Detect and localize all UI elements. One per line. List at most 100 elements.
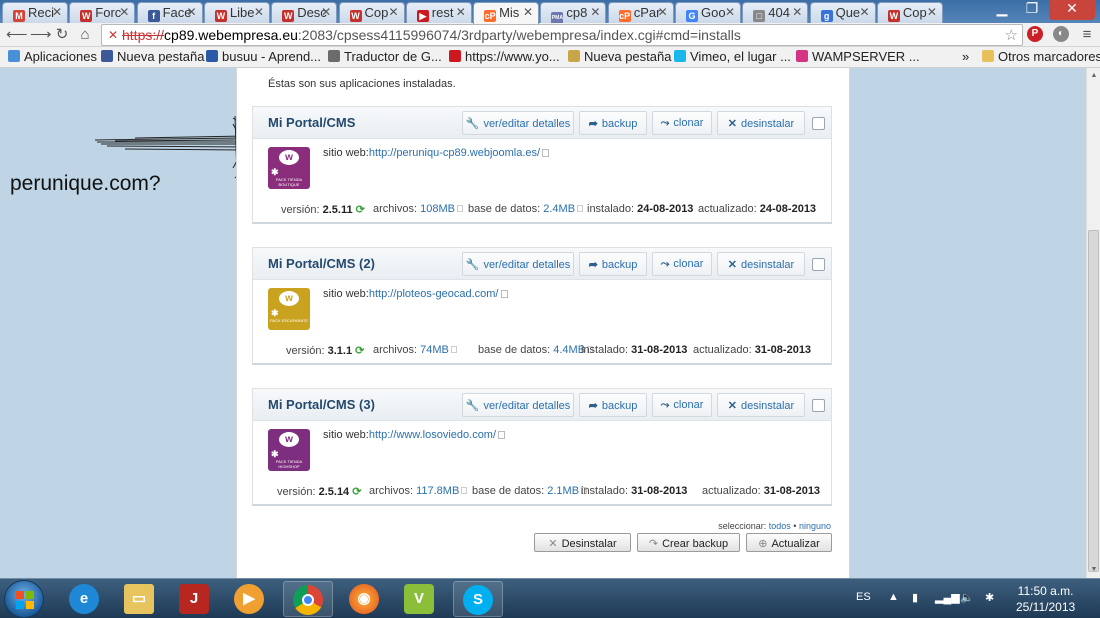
tab-close-icon[interactable]: ✕ — [187, 5, 197, 19]
volume-icon[interactable]: 🔈 — [960, 591, 974, 604]
extension-icon[interactable]: ◐ — [1053, 26, 1069, 42]
refresh-icon[interactable]: ⟳ — [355, 345, 364, 357]
tab-close-icon[interactable]: ✕ — [388, 5, 398, 19]
app-select-checkbox[interactable] — [812, 258, 825, 271]
taskbar-app-green[interactable]: V — [395, 581, 445, 617]
site-url-link[interactable]: http://www.losoviedo.com/ — [369, 429, 496, 441]
uninstall-button[interactable]: ✕ desinstalar — [717, 111, 805, 135]
tab-close-icon[interactable]: ✕ — [254, 5, 264, 19]
select-none-link[interactable]: ninguno — [799, 521, 831, 531]
edit-details-button[interactable]: 🔧 ver/editar detalles — [462, 393, 574, 417]
site-url-link[interactable]: http://peruniqu-cp89.webjoomla.es/ — [369, 147, 540, 159]
uninstall-button[interactable]: ✕ desinstalar — [717, 393, 805, 417]
app-select-checkbox[interactable] — [812, 117, 825, 130]
bulk-update-button[interactable]: ⊕ Actualizar — [746, 533, 832, 552]
forward-button[interactable]: ⟶ — [30, 26, 52, 44]
clone-button[interactable]: ⤳ clonar — [652, 111, 712, 135]
menu-icon[interactable]: ≡ — [1078, 26, 1096, 44]
clock[interactable]: 11:50 a.m. 25/11/2013 — [1016, 583, 1075, 615]
taskbar-app-red[interactable]: J — [170, 581, 220, 617]
language-indicator[interactable]: ES — [856, 591, 871, 603]
bookmark-item[interactable]: Nueva pestaña — [101, 49, 204, 64]
tab-close-icon[interactable]: ✕ — [658, 5, 668, 19]
network-icon[interactable]: ▂▄▆ — [935, 591, 960, 604]
battery-icon[interactable]: ▮ — [912, 591, 918, 604]
browser-tab[interactable]: □ 404 ✕ — [742, 2, 809, 23]
start-button[interactable] — [4, 580, 44, 618]
bookmark-item[interactable]: WAMPSERVER ... — [796, 49, 920, 64]
refresh-icon[interactable]: ⟳ — [356, 204, 365, 216]
external-link-icon[interactable] — [498, 431, 506, 439]
select-all-link[interactable]: todos — [769, 521, 791, 531]
tab-close-icon[interactable]: ✕ — [119, 5, 129, 19]
backup-button[interactable]: ➦ backup — [579, 393, 647, 417]
edit-details-button[interactable]: 🔧 ver/editar detalles — [462, 111, 574, 135]
back-button[interactable]: ⟵ — [6, 26, 28, 44]
site-url-link[interactable]: http://ploteos-geocad.com/ — [369, 288, 499, 300]
tab-close-icon[interactable]: ✕ — [792, 5, 802, 19]
app-select-checkbox[interactable] — [812, 399, 825, 412]
refresh-icon[interactable]: ⟳ — [352, 486, 361, 498]
tab-close-icon[interactable]: ✕ — [52, 5, 62, 19]
browser-tab[interactable]: cP cPar ✕ — [607, 2, 674, 23]
tab-close-icon[interactable]: ✕ — [860, 5, 870, 19]
taskbar-chrome[interactable] — [283, 581, 333, 617]
tab-close-icon[interactable]: ✕ — [590, 5, 600, 19]
tab-close-icon[interactable]: ✕ — [456, 5, 466, 19]
pinterest-icon[interactable]: P — [1027, 26, 1043, 42]
reload-button[interactable]: ↻ — [53, 26, 71, 44]
taskbar-explorer[interactable]: ▭ — [115, 581, 165, 617]
backup-button[interactable]: ➦ backup — [579, 111, 647, 135]
bookmark-item[interactable]: Vimeo, el lugar ... — [674, 49, 791, 64]
bookmark-item[interactable]: Aplicaciones — [8, 49, 97, 64]
taskbar-skype[interactable]: S — [453, 581, 503, 617]
browser-tab[interactable]: f Face ✕ — [136, 2, 203, 23]
db-value[interactable]: 2.4MB — [543, 203, 575, 215]
clone-button[interactable]: ⤳ clonar — [652, 393, 712, 417]
browser-tab[interactable]: W Cop ✕ — [338, 2, 405, 23]
files-value[interactable]: 117.8MB — [416, 485, 459, 497]
bookmarks-more-button[interactable]: » — [962, 49, 969, 64]
tray-app-icon[interactable]: ✱ — [985, 591, 994, 604]
bookmark-item[interactable]: Nueva pestaña — [568, 49, 671, 64]
browser-tab[interactable]: W Forc ✕ — [69, 2, 136, 23]
bookmark-star-icon[interactable]: ☆ — [1005, 26, 1018, 44]
close-window-button[interactable]: ✕ — [1049, 0, 1095, 20]
taskbar-media-player[interactable]: ▶ — [225, 581, 275, 617]
browser-tab[interactable]: W Cop ✕ — [876, 2, 943, 23]
scroll-thumb[interactable] — [1088, 230, 1099, 572]
home-button[interactable]: ⌂ — [76, 26, 94, 44]
db-value[interactable]: 2.1MB — [547, 485, 579, 497]
browser-tab[interactable]: PMA cp8 ✕ — [540, 2, 607, 23]
bookmark-item[interactable]: https://www.yo... — [449, 49, 560, 64]
files-value[interactable]: 74MB — [420, 344, 449, 356]
taskbar-ie[interactable]: e — [60, 581, 110, 617]
scroll-down-arrow[interactable]: ▼ — [1089, 566, 1099, 573]
show-hidden-icons[interactable]: ▲ — [888, 591, 899, 603]
browser-tab[interactable]: ▶ rest ✕ — [405, 2, 472, 23]
browser-tab[interactable]: G Goo ✕ — [675, 2, 741, 23]
tab-close-icon[interactable]: ✕ — [321, 5, 331, 19]
bulk-uninstall-button[interactable]: ✕ Desinstalar — [534, 533, 631, 552]
bookmark-item[interactable]: busuu - Aprend... — [206, 49, 321, 64]
files-value[interactable]: 108MB — [420, 203, 455, 215]
bulk-backup-button[interactable]: ↷ Crear backup — [637, 533, 740, 552]
backup-button[interactable]: ➦ backup — [579, 252, 647, 276]
browser-tab[interactable]: M Reci ✕ — [2, 2, 68, 23]
page-scrollbar[interactable]: ▲ ▼ — [1086, 68, 1100, 578]
tab-close-icon[interactable]: ✕ — [927, 5, 937, 19]
bookmark-item[interactable]: Traductor de G... — [328, 49, 442, 64]
tab-close-icon[interactable]: ✕ — [523, 5, 533, 19]
maximize-button[interactable]: ❐ — [1018, 0, 1046, 20]
scroll-up-arrow[interactable]: ▲ — [1089, 72, 1099, 79]
clone-button[interactable]: ⤳ clonar — [652, 252, 712, 276]
minimize-button[interactable]: ▁ — [988, 0, 1016, 20]
external-link-icon[interactable] — [542, 149, 550, 157]
uninstall-button[interactable]: ✕ desinstalar — [717, 252, 805, 276]
browser-tab-active[interactable]: cP Mis ✕ — [473, 2, 540, 24]
external-link-icon[interactable] — [500, 290, 508, 298]
browser-tab[interactable]: g Que ✕ — [809, 2, 876, 23]
browser-tab[interactable]: W Desc ✕ — [271, 2, 338, 23]
edit-details-button[interactable]: 🔧 ver/editar detalles — [462, 252, 574, 276]
other-bookmarks[interactable]: Otros marcadores — [982, 49, 1100, 64]
